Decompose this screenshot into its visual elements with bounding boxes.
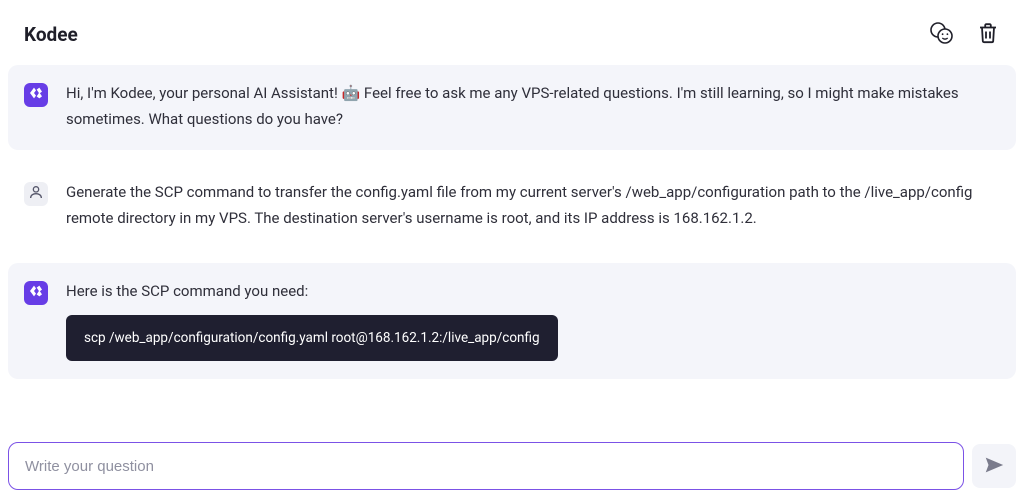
- reactions-icon: [928, 20, 954, 49]
- header-bar: Kodee: [0, 0, 1024, 57]
- message-user: Generate the SCP command to transfer the…: [8, 164, 1016, 249]
- message-body: Here is the SCP command you need: scp /w…: [66, 279, 996, 361]
- page-title: Kodee: [24, 23, 78, 46]
- messages-list: Hi, I'm Kodee, your personal AI Assistan…: [0, 57, 1024, 379]
- feedback-button[interactable]: [928, 20, 954, 49]
- send-button[interactable]: [972, 444, 1016, 488]
- message-assistant: Hi, I'm Kodee, your personal AI Assistan…: [8, 65, 1016, 150]
- avatar: [24, 83, 48, 107]
- header-actions: [928, 20, 1000, 49]
- message-text: Generate the SCP command to transfer the…: [66, 180, 996, 231]
- message-text: Hi, I'm Kodee, your personal AI Assistan…: [66, 81, 996, 132]
- avatar: [24, 182, 48, 206]
- delete-button[interactable]: [976, 21, 1000, 48]
- question-input[interactable]: [8, 442, 964, 490]
- code-block: scp /web_app/configuration/config.yaml r…: [66, 315, 558, 362]
- bot-icon: [28, 85, 44, 105]
- message-text: Here is the SCP command you need:: [66, 279, 996, 305]
- input-area: [8, 442, 1016, 490]
- avatar: [24, 281, 48, 305]
- bot-icon: [28, 283, 44, 303]
- trash-icon: [976, 21, 1000, 48]
- send-icon: [983, 454, 1005, 479]
- message-assistant: Here is the SCP command you need: scp /w…: [8, 263, 1016, 379]
- person-icon: [28, 184, 44, 204]
